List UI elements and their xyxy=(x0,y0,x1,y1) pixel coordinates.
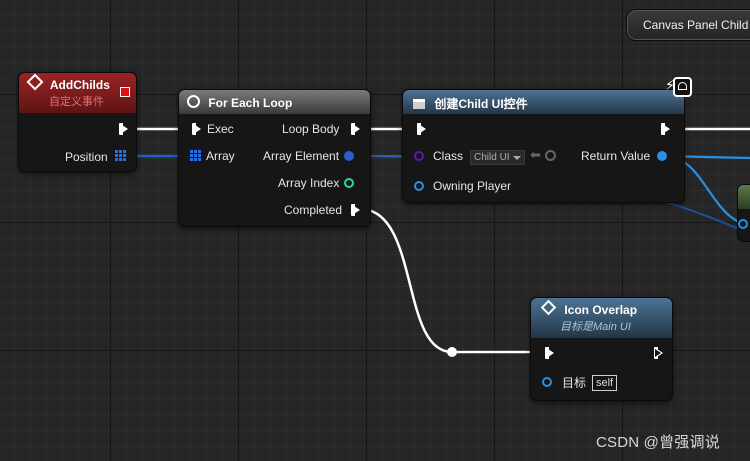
create-widget-exec-out-pin[interactable] xyxy=(661,123,670,135)
completed-label: Completed xyxy=(284,203,343,217)
lightning-icon: ⚡ xyxy=(665,77,695,101)
offscreen-node-fragment[interactable] xyxy=(737,184,750,242)
icon-overlap-header: Icon Overlap 目标是Main UI xyxy=(531,298,672,338)
canvas-panel-child-label: Canvas Panel Child xyxy=(643,18,749,32)
array-element-label: Array Element xyxy=(263,149,340,163)
icon-overlap-subtitle: 目标是Main UI xyxy=(560,321,631,333)
create-widget-node[interactable]: 创建Child UI控件 Class Child UI ⬅ Return Val… xyxy=(402,89,685,203)
add-childs-subtitle: 自定义事件 xyxy=(49,96,104,108)
completed-exec-out-pin[interactable] xyxy=(351,204,360,216)
class-pin[interactable] xyxy=(414,151,424,161)
delegate-pin-icon[interactable] xyxy=(120,87,130,97)
add-childs-exec-out-pin[interactable] xyxy=(119,123,128,135)
add-childs-header: AddChilds 自定义事件 xyxy=(19,73,136,113)
use-selected-arrow-icon[interactable]: ⬅ xyxy=(530,147,541,163)
class-label: Class xyxy=(433,149,464,163)
canvas-panel-child-node[interactable]: Canvas Panel Child xyxy=(626,9,750,41)
icon-overlap-title: Icon Overlap xyxy=(564,303,638,317)
class-dropdown-value: Child UI xyxy=(474,152,510,163)
browse-search-icon[interactable] xyxy=(545,150,556,161)
icon-overlap-node[interactable]: Icon Overlap 目标是Main UI 目标 self xyxy=(530,297,673,401)
class-dropdown[interactable]: Child UI xyxy=(470,150,525,165)
for-each-loop-node[interactable]: For Each Loop Exec Array Loop Body Array… xyxy=(178,89,371,227)
watermark: CSDN @曾强调说 xyxy=(596,434,720,451)
array-in-pin[interactable] xyxy=(190,150,201,161)
array-label: Array xyxy=(206,149,235,163)
exec-wire-completed-to-overlap xyxy=(359,207,540,354)
position-array-pin[interactable] xyxy=(115,150,126,161)
target-label: 目标 xyxy=(562,376,587,390)
function-icon xyxy=(540,299,557,316)
for-each-exec-in-pin[interactable] xyxy=(192,123,201,135)
loop-body-label: Loop Body xyxy=(282,122,340,136)
array-index-pin[interactable] xyxy=(344,178,354,188)
for-each-header: For Each Loop xyxy=(179,90,370,114)
position-label: Position xyxy=(65,150,108,164)
target-self-value[interactable]: self xyxy=(592,375,618,391)
create-widget-header: 创建Child UI控件 xyxy=(403,90,684,114)
loop-body-exec-out-pin[interactable] xyxy=(351,123,360,135)
icon-overlap-exec-out-pin[interactable] xyxy=(654,347,663,359)
diamond-icon xyxy=(26,73,44,91)
chevron-down-icon xyxy=(513,156,521,160)
icon-overlap-exec-in-pin[interactable] xyxy=(545,347,554,359)
create-widget-title: 创建Child UI控件 xyxy=(434,97,528,111)
add-childs-title: AddChilds xyxy=(49,78,110,92)
array-index-label: Array Index xyxy=(278,176,340,190)
exec-label: Exec xyxy=(207,122,234,136)
owning-player-pin[interactable] xyxy=(414,181,424,191)
reroute-node xyxy=(447,347,457,357)
target-pin[interactable] xyxy=(542,377,552,387)
array-element-pin[interactable] xyxy=(344,151,354,161)
create-widget-exec-in-pin[interactable] xyxy=(417,123,426,135)
for-each-title: For Each Loop xyxy=(208,96,293,110)
return-value-pin[interactable] xyxy=(657,151,667,161)
widget-icon xyxy=(413,99,425,109)
add-childs-event-node[interactable]: AddChilds 自定义事件 Position xyxy=(18,72,137,172)
fragment-object-pin[interactable] xyxy=(738,219,748,229)
return-value-label: Return Value xyxy=(581,149,651,163)
owning-player-label: Owning Player xyxy=(433,179,512,193)
loop-icon xyxy=(187,95,200,108)
